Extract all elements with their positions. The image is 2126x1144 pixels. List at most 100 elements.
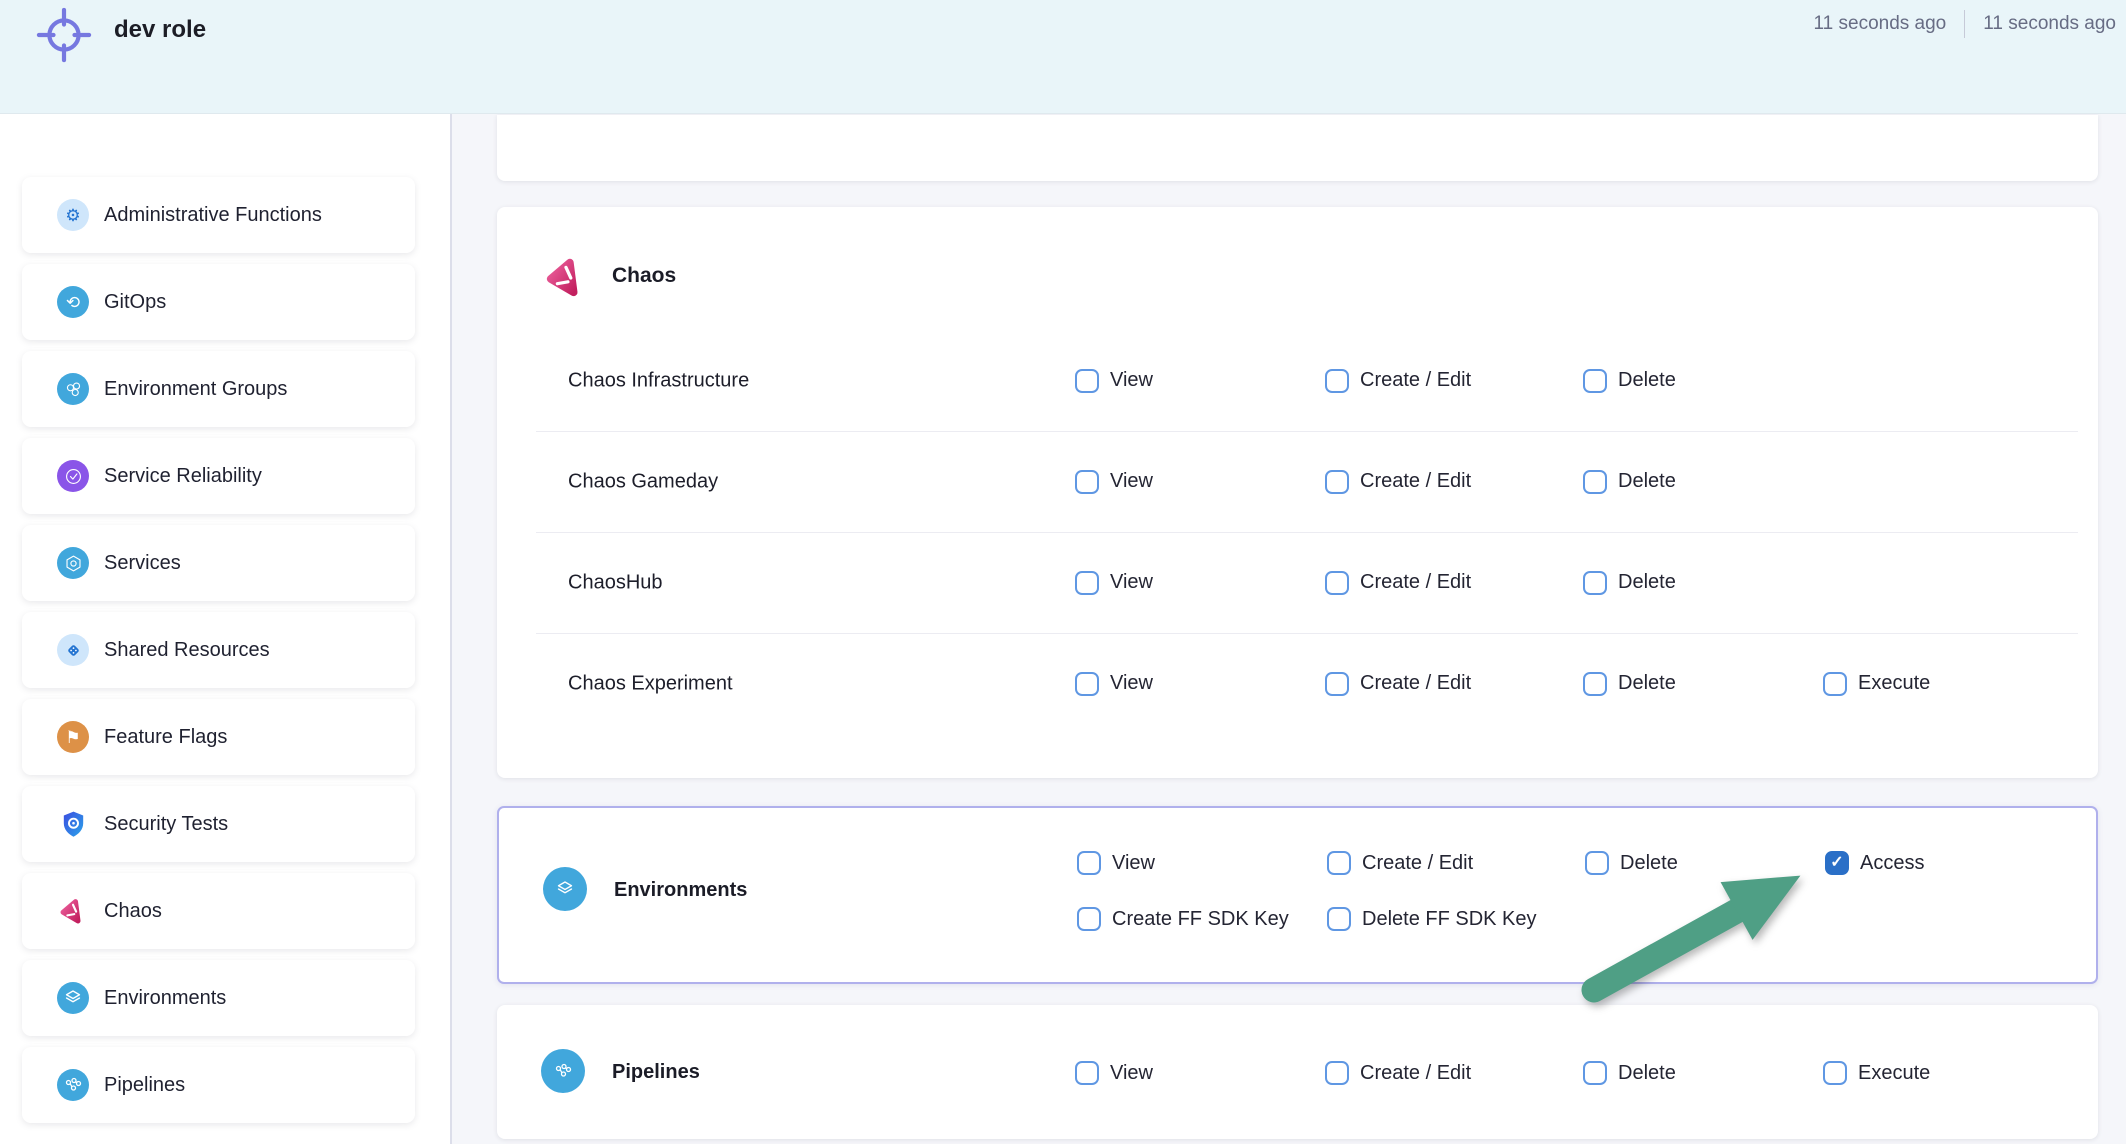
card-title-chaos: Chaos: [612, 264, 676, 288]
permission-delete[interactable]: Delete: [1585, 849, 1678, 877]
gear-icon: ⚙: [57, 199, 89, 231]
permission-create-edit[interactable]: Create / Edit: [1325, 468, 1471, 496]
timestamp-left: 11 seconds ago: [1814, 13, 1947, 35]
permission-row-chaos-gameday: Chaos Gameday View Create / Edit Delete: [497, 431, 2098, 532]
checkbox-unchecked[interactable]: [1075, 571, 1099, 595]
feature-flags-icon: ⚑: [57, 721, 89, 753]
permission-row-chaos-infrastructure: Chaos InfrastructureViewCreate / EditDel…: [497, 330, 2098, 431]
permission-row-chaoshub: ChaosHub View Create / Edit Delete: [497, 532, 2098, 633]
permission-label: Create / Edit: [1360, 571, 1471, 594]
permission-view[interactable]: View: [1075, 1059, 1153, 1087]
permission-label: View: [1110, 470, 1153, 493]
checkbox-unchecked[interactable]: [1325, 369, 1349, 393]
sidebar-item-label: Feature Flags: [104, 726, 227, 749]
timestamp-right: 11 seconds ago: [1983, 13, 2116, 35]
sidebar-item-label: Administrative Functions: [104, 204, 322, 227]
permission-view[interactable]: View: [1075, 468, 1153, 496]
checkbox-unchecked[interactable]: [1583, 369, 1607, 393]
permission-label: View: [1110, 672, 1153, 695]
timestamps: 11 seconds ago 11 seconds ago: [1814, 10, 2117, 38]
permission-label: Delete: [1620, 852, 1678, 875]
environments-icon: [57, 982, 89, 1014]
permission-delete-ff-sdk-key[interactable]: Delete FF SDK Key: [1327, 905, 1537, 933]
permission-view[interactable]: View: [1075, 670, 1153, 698]
permission-label: Create / Edit: [1360, 369, 1471, 392]
sidebar-item-security-tests[interactable]: Security Tests: [22, 786, 415, 862]
resource-label: Chaos Gameday: [568, 470, 718, 493]
permission-create-edit[interactable]: Create / Edit: [1325, 569, 1471, 597]
sidebar-item-pipelines[interactable]: Pipelines: [22, 1047, 415, 1123]
permission-create-edit[interactable]: Create / Edit: [1325, 670, 1471, 698]
checkbox-unchecked[interactable]: [1585, 851, 1609, 875]
chaos-pinwheel-icon: [543, 254, 589, 300]
permission-label: Execute: [1858, 1062, 1930, 1085]
permission-view[interactable]: View: [1075, 569, 1153, 597]
checkbox-unchecked[interactable]: [1077, 851, 1101, 875]
permission-label: Create / Edit: [1362, 852, 1473, 875]
checkbox-unchecked[interactable]: [1583, 1061, 1607, 1085]
checkbox-unchecked[interactable]: [1325, 672, 1349, 696]
permission-view[interactable]: View: [1075, 367, 1153, 395]
permission-delete[interactable]: Delete: [1583, 367, 1676, 395]
services-icon: [57, 547, 89, 579]
chaos-icon: [543, 254, 587, 298]
permission-create-edit[interactable]: Create / Edit: [1325, 1059, 1471, 1087]
sidebar-item-environment-groups[interactable]: Environment Groups: [22, 351, 415, 427]
checkbox-unchecked[interactable]: [1823, 672, 1847, 696]
checkbox-unchecked[interactable]: [1327, 907, 1351, 931]
permission-access[interactable]: ✓Access: [1825, 849, 1924, 877]
permission-label: Create / Edit: [1360, 470, 1471, 493]
permission-delete[interactable]: Delete: [1583, 670, 1676, 698]
checkbox-unchecked[interactable]: [1583, 672, 1607, 696]
resource-label: ChaosHub: [568, 571, 663, 594]
checkbox-unchecked[interactable]: [1327, 851, 1351, 875]
checkbox-unchecked[interactable]: [1325, 571, 1349, 595]
permission-label: Delete FF SDK Key: [1362, 908, 1537, 931]
permission-execute[interactable]: Execute: [1823, 1059, 1930, 1087]
permission-label: Delete: [1618, 1062, 1676, 1085]
checkbox-checked[interactable]: ✓: [1825, 851, 1849, 875]
permission-create-edit[interactable]: Create / Edit: [1325, 367, 1471, 395]
sidebar-item-label: Pipelines: [104, 1074, 185, 1097]
permission-execute[interactable]: Execute: [1823, 670, 1930, 698]
checkbox-unchecked[interactable]: [1077, 907, 1101, 931]
security-tests-icon: [57, 808, 89, 840]
pipelines-icon: [541, 1049, 585, 1093]
header-bar: dev role 11 seconds ago 11 seconds ago: [0, 0, 2126, 114]
target-crosshair-icon: [36, 7, 92, 63]
checkbox-unchecked[interactable]: [1823, 1061, 1847, 1085]
environment-groups-icon: [57, 373, 89, 405]
checkbox-unchecked[interactable]: [1583, 470, 1607, 494]
permission-delete[interactable]: Delete: [1583, 1059, 1676, 1087]
sidebar-item-gitops[interactable]: ⟲GitOps: [22, 264, 415, 340]
checkbox-unchecked[interactable]: [1075, 672, 1099, 696]
sidebar-item-administrative-functions[interactable]: ⚙ Administrative Functions: [22, 177, 415, 253]
permission-delete[interactable]: Delete: [1583, 468, 1676, 496]
sidebar-item-service-reliability[interactable]: Service Reliability: [22, 438, 415, 514]
permission-create-ff-sdk-key[interactable]: Create FF SDK Key: [1077, 905, 1289, 933]
checkbox-unchecked[interactable]: [1325, 1061, 1349, 1085]
resource-label-environments: Environments: [614, 879, 747, 902]
checkbox-unchecked[interactable]: [1075, 1061, 1099, 1085]
permission-view[interactable]: View: [1077, 849, 1155, 877]
sidebar-item-label: Environment Groups: [104, 378, 287, 401]
permission-label: Create / Edit: [1360, 1062, 1471, 1085]
sidebar-item-feature-flags[interactable]: ⚑ Feature Flags: [22, 699, 415, 775]
sidebar-item-environments[interactable]: Environments: [22, 960, 415, 1036]
permission-label: Create / Edit: [1360, 672, 1471, 695]
resource-label-pipelines: Pipelines: [612, 1061, 700, 1084]
resource-label: Chaos Experiment: [568, 672, 733, 695]
permission-create-edit[interactable]: Create / Edit: [1327, 849, 1473, 877]
shield-icon: [58, 809, 89, 840]
sidebar-item-shared-resources[interactable]: Shared Resources: [22, 612, 415, 688]
sidebar-item-services[interactable]: Services: [22, 525, 415, 601]
chaos-rows: Chaos InfrastructureViewCreate / EditDel…: [497, 330, 2098, 734]
checkbox-unchecked[interactable]: [1325, 470, 1349, 494]
checkbox-unchecked[interactable]: [1075, 470, 1099, 494]
page-title: dev role: [114, 16, 206, 44]
checkbox-unchecked[interactable]: [1583, 571, 1607, 595]
sidebar-item-chaos[interactable]: Chaos: [22, 873, 415, 949]
environments-icon: [543, 867, 587, 911]
permission-delete[interactable]: Delete: [1583, 569, 1676, 597]
checkbox-unchecked[interactable]: [1075, 369, 1099, 393]
